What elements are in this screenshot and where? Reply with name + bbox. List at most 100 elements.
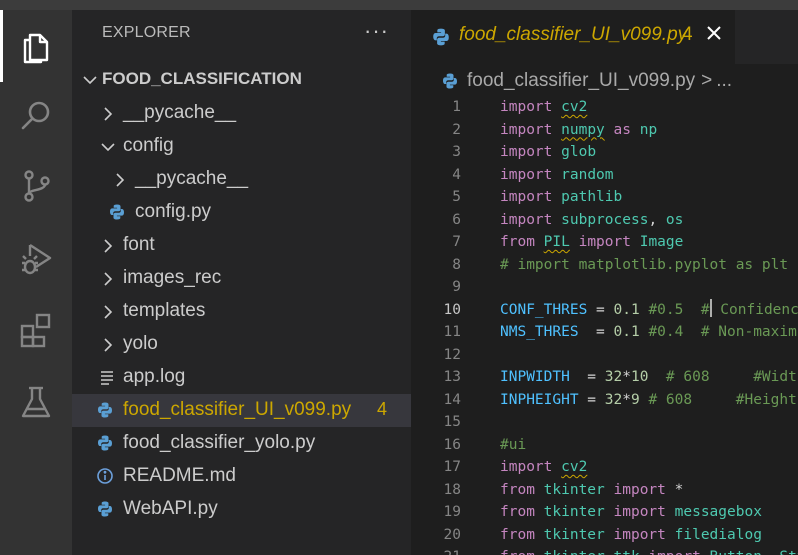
python-file-icon [96,401,114,419]
code-token: subprocess [561,211,649,228]
line-number: 16 [443,436,461,453]
code-token: 0.1 [613,324,640,340]
code-line[interactable]: 14 INPHEIGHT = 32*9 # 608 #Height of netw… [411,389,798,412]
tree-item-images-rec[interactable]: images_rec [72,262,411,295]
code-text: NMS_THRES = 0.1 #0.4 # Non-maximum suppr… [500,321,798,344]
tree-item-config[interactable]: config [72,130,411,163]
code-line[interactable]: 7 from PIL import Image [411,231,798,254]
code-token: # 608 #Height of network's input image [648,391,797,408]
code-token: from [500,526,535,543]
explorer-icon[interactable] [0,18,72,74]
tree-item-yolo[interactable]: yolo [72,328,411,361]
code-text: INPWIDTH = 32*10 # 608 #Width of network… [500,366,798,389]
code-line[interactable]: 20 from tkinter import filedialog [411,524,798,547]
code-text: import cv2 [500,96,587,119]
editor-tab[interactable]: food_classifier_UI_v099.py 4 [411,10,735,64]
code-line[interactable]: 2 import numpy as np [411,119,798,142]
code-text: import pathlib [500,186,622,209]
tab-problems-badge: 4 [682,24,693,45]
code-line[interactable]: 3 import glob [411,141,798,164]
code-line[interactable]: 13 INPWIDTH = 32*10 # 608 #Width of netwo… [411,366,798,389]
breadcrumb-file[interactable]: food_classifier_UI_v099.py [467,70,695,92]
line-number: 17 [443,459,461,475]
code-line[interactable]: 12 [411,344,798,367]
tree-item-label: yolo [123,333,158,354]
line-number: 18 [443,481,461,498]
chevron-down-icon [100,139,116,155]
explorer-title: EXPLORER [102,24,191,41]
chevron-right-icon [100,106,116,122]
code-token: from [500,234,535,250]
code-token: import [500,189,553,205]
code-token: , [648,211,666,228]
code-line[interactable]: 18 from tkinter import * [411,479,798,502]
code-line[interactable]: 4 import random [411,164,798,187]
code-text: from tkinter import filedialog [500,524,762,547]
code-token: numpy [561,121,605,138]
code-text: from tkinter import * [500,479,683,502]
source-control-icon[interactable] [0,158,72,214]
code-text: from tkinter.ttk import Button, Style [500,546,798,555]
workspace-root-label: FOOD_CLASSIFICATION [102,69,302,88]
tree-item-config-py[interactable]: config.py [72,196,411,229]
code-line[interactable]: 10 CONF_THRES = 0.1 #0.5 # Confidence thr… [411,298,798,322]
testing-icon[interactable] [0,374,72,430]
code-token: tkinter.ttk [544,549,640,555]
code-token: import [613,481,666,498]
extensions-icon[interactable] [0,302,72,358]
code-line[interactable]: 19 from tkinter import messagebox [411,501,798,524]
code-token: cv2 [561,459,588,475]
code-line[interactable]: 17 import cv2 [411,456,798,479]
tree-item-pycache[interactable]: __pycache__ [72,97,411,130]
code-editor[interactable]: 1 import cv2 2 import numpy as np 3 import gl… [411,96,798,555]
tree-item-webapi[interactable]: WebAPI.py [72,493,411,526]
code-token: import [500,211,553,228]
code-text: INPHEIGHT = 32*9 # 608 #Height of networ… [500,389,798,412]
code-token: NMS_THRES [500,324,579,340]
code-text: from tkinter import messagebox [500,501,762,524]
tree-item-food-classifier-ui[interactable]: food_classifier_UI_v099.py 4 [72,394,411,427]
line-number: 11 [443,324,461,340]
search-icon[interactable] [0,88,72,144]
tree-item-config-pycache[interactable]: __pycache__ [72,163,411,196]
code-line[interactable]: 15 [411,411,798,434]
line-number: 9 [452,279,461,295]
tree-item-food-classifier-yolo[interactable]: food_classifier_yolo.py [72,427,411,460]
code-line[interactable]: 21 from tkinter.ttk import Button, Style [411,546,798,555]
tree-item-label: README.md [123,465,236,486]
tree-item-templates[interactable]: templates [72,295,411,328]
tree-item-app-log[interactable]: app.log [72,361,411,394]
code-token: Image [639,234,684,250]
close-icon[interactable] [705,24,723,42]
code-line[interactable]: 8 # import matplotlib.pyplot as plt [411,254,798,277]
tree-item-readme[interactable]: README.md [72,460,411,493]
tree-item-font[interactable]: font [72,229,411,262]
code-token: tkinter [543,481,605,498]
code-line[interactable]: 9 [411,276,798,299]
code-line[interactable]: 5 import pathlib [411,186,798,209]
tab-title: food_classifier_UI_v099.py [459,24,688,45]
workspace-root[interactable]: FOOD_CLASSIFICATION [72,63,411,96]
code-line[interactable]: 11 NMS_THRES = 0.1 #0.4 # Non-maximum sup… [411,321,798,344]
code-token: * [665,481,684,498]
code-text: import glob [500,141,596,164]
code-line[interactable]: 16 #ui [411,434,798,457]
tree-item-label: food_classifier_yolo.py [123,432,316,453]
code-line[interactable]: 1 import cv2 [411,96,798,119]
breadcrumb-more[interactable]: ... [716,70,732,92]
code-token: , [762,549,779,555]
line-number: 6 [452,211,461,228]
tree-item-label: templates [123,300,206,321]
code-token: = [569,369,605,385]
code-token: = [578,391,605,408]
code-line[interactable]: 6 import subprocess, os [411,209,798,232]
run-debug-icon[interactable] [0,230,72,286]
more-actions-icon[interactable]: ··· [364,18,389,44]
